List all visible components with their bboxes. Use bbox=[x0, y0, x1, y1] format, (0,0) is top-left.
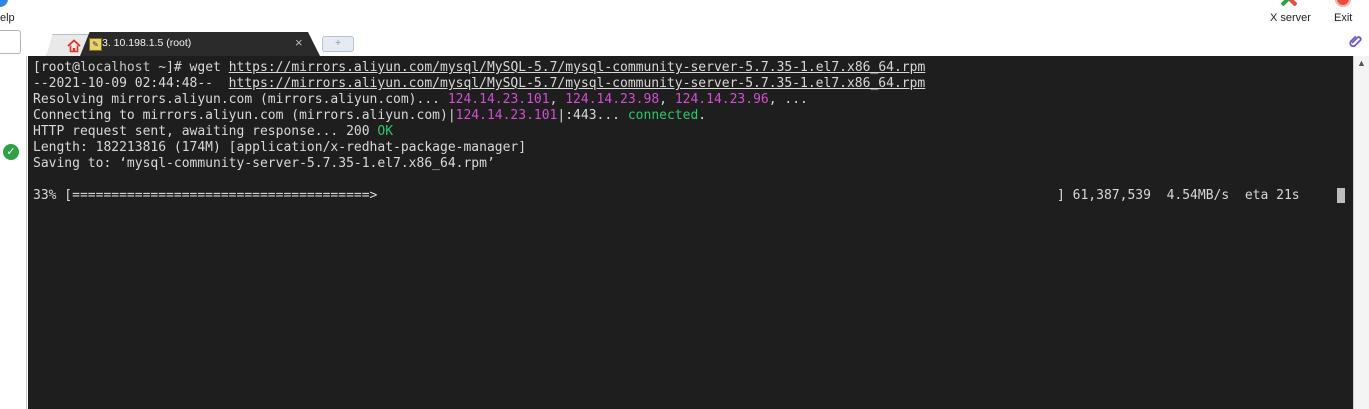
x-server-icon[interactable] bbox=[1281, 0, 1297, 6]
terminal-session-icon: ✎ bbox=[89, 38, 102, 51]
terminal-line-length: Length: 182213816 (174M) [application/x-… bbox=[33, 140, 527, 155]
help-icon[interactable] bbox=[0, 0, 8, 7]
tab-bar: ✎ 3. 10.198.1.5 (root) × + bbox=[28, 30, 1369, 57]
exit-label[interactable]: Exit bbox=[1334, 12, 1352, 24]
x-server-label[interactable]: X server bbox=[1270, 12, 1311, 24]
session-tab-label: 3. 10.198.1.5 (root) bbox=[102, 37, 192, 49]
quick-connect-input[interactable] bbox=[0, 30, 21, 54]
terminal-line-http: HTTP request sent, awaiting response... … bbox=[33, 124, 394, 139]
tab-session[interactable]: ✎ 3. 10.198.1.5 (root) × bbox=[80, 32, 320, 56]
close-icon[interactable]: × bbox=[295, 35, 303, 50]
terminal-line-resolving: Resolving mirrors.aliyun.com (mirrors.al… bbox=[33, 92, 808, 107]
help-label[interactable]: elp bbox=[0, 12, 15, 24]
home-icon bbox=[67, 39, 81, 53]
terminal-line-saving: Saving to: ‘mysql-community-server-5.7.3… bbox=[33, 156, 495, 171]
terminal-line-connecting: Connecting to mirrors.aliyun.com (mirror… bbox=[33, 108, 707, 123]
terminal-line-command: [root@localhost ~]# wget https://mirrors… bbox=[33, 60, 926, 75]
terminal-line-timestamp: --2021-10-09 02:44:48-- https://mirrors.… bbox=[33, 76, 926, 91]
paperclip-icon[interactable] bbox=[1349, 34, 1363, 48]
scroll-up-icon[interactable]: ▲ bbox=[1357, 58, 1366, 68]
terminal-progress-bar: 33% [===================================… bbox=[33, 188, 378, 203]
exit-icon[interactable] bbox=[1335, 0, 1351, 7]
check-icon[interactable]: ✓ bbox=[3, 144, 19, 160]
new-tab-button[interactable]: + bbox=[322, 36, 354, 52]
terminal-progress-stats: ] 61,387,539 4.54MB/s eta 21s bbox=[1057, 188, 1300, 203]
terminal-scrollbar[interactable]: ▲ bbox=[1353, 56, 1369, 409]
terminal-output[interactable]: [root@localhost ~]# wget https://mirrors… bbox=[28, 56, 1353, 409]
terminal-cursor bbox=[1337, 188, 1345, 203]
sidebar-panel: ✓ bbox=[0, 56, 27, 409]
